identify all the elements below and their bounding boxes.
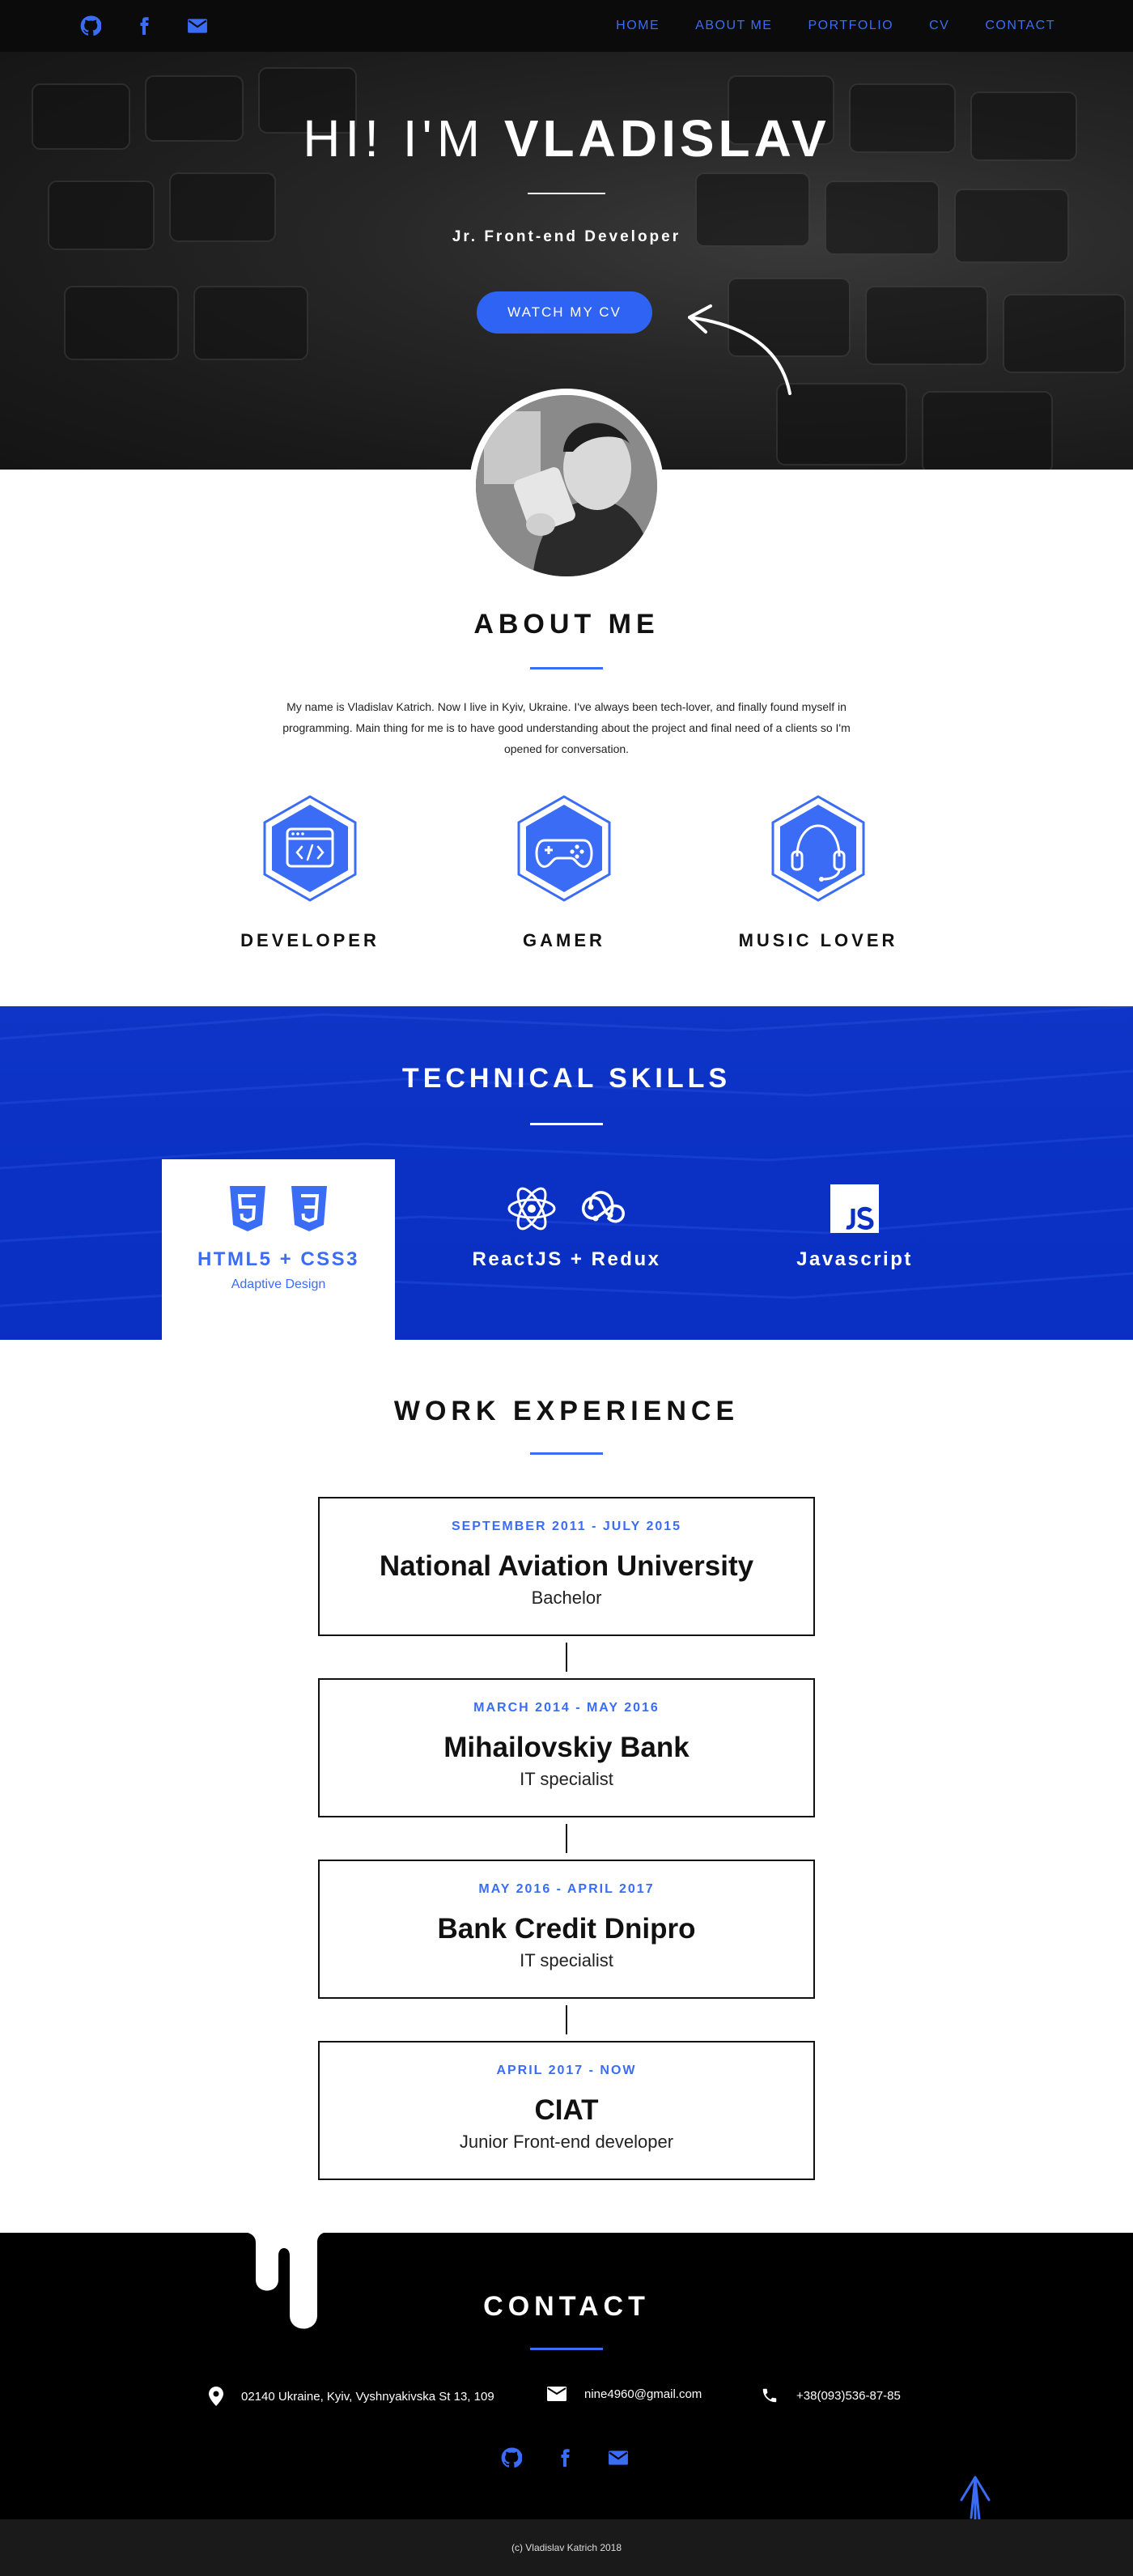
- contact-section: CONTACT 02140 Ukraine, Kyiv, Vyshnyakivs…: [0, 2231, 1133, 2542]
- about-title: ABOUT ME: [473, 609, 660, 640]
- nav-social-links: [78, 13, 210, 39]
- job-organization: Bank Credit Dnipro: [437, 1913, 696, 1945]
- phone-icon: [762, 2388, 777, 2403]
- contact-social-links: [499, 2445, 631, 2471]
- facebook-icon[interactable]: [131, 13, 157, 39]
- address-text: 02140 Ukraine, Kyiv, Vyshnyakivska St 13…: [241, 2389, 494, 2404]
- mail-icon[interactable]: [185, 13, 210, 39]
- hero-divider: [528, 193, 605, 194]
- hero-heading: HI! I'M VLADISLAV: [0, 108, 1133, 168]
- top-navbar: HOME ABOUT ME PORTFOLIO CV CONTACT: [0, 0, 1133, 52]
- headset-icon: [771, 795, 865, 902]
- html5-icon: [230, 1186, 265, 1231]
- skill-card-html-css[interactable]: HTML5 + CSS3 Adaptive Design: [162, 1159, 395, 1340]
- mail-icon[interactable]: [605, 2445, 631, 2471]
- skill-card-react-redux[interactable]: ReactJS + Redux: [450, 1159, 683, 1340]
- trait-label: GAMER: [523, 930, 605, 950]
- skills-title: TECHNICAL SKILLS: [401, 1063, 732, 1094]
- nav-link-home[interactable]: HOME: [616, 19, 660, 33]
- css3-icon: [291, 1186, 327, 1231]
- skill-subtitle: Adaptive Design: [231, 1277, 326, 1291]
- job-organization: CIAT: [534, 2094, 599, 2126]
- contact-title: CONTACT: [483, 2291, 650, 2322]
- hand-drawn-arrow-icon: [688, 304, 791, 395]
- nav-link-portfolio[interactable]: PORTFOLIO: [808, 19, 893, 33]
- job-role: Junior Front-end developer: [459, 2132, 674, 2152]
- facebook-icon[interactable]: [552, 2445, 578, 2471]
- job-organization: Mihailovskiy Bank: [443, 1732, 690, 1763]
- job-role: IT specialist: [520, 1950, 613, 1970]
- contact-email[interactable]: nine4960@gmail.com: [547, 2387, 702, 2401]
- javascript-icon: [830, 1184, 879, 1233]
- nav-link-contact[interactable]: CONTACT: [985, 19, 1055, 33]
- watch-cv-button[interactable]: WATCH MY CV: [477, 291, 652, 334]
- skill-name: Javascript: [796, 1248, 913, 1270]
- skills-divider: [530, 1123, 603, 1125]
- trait-label: DEVELOPER: [240, 930, 380, 950]
- trait-gamer: GAMER: [459, 795, 669, 951]
- work-title: WORK EXPERIENCE: [393, 1396, 740, 1426]
- skill-card-javascript[interactable]: Javascript: [738, 1159, 971, 1340]
- contact-address: 02140 Ukraine, Kyiv, Vyshnyakivska St 13…: [209, 2387, 494, 2406]
- skill-name: ReactJS + Redux: [472, 1248, 661, 1270]
- job-role: Bachelor: [531, 1588, 602, 1608]
- work-divider: [530, 1452, 603, 1455]
- skill-logos: [738, 1182, 971, 1235]
- job-card: APRIL 2017 - NOW CIAT Junior Front-end d…: [318, 2041, 815, 2180]
- redux-icon: [582, 1191, 625, 1223]
- github-icon[interactable]: [78, 13, 104, 39]
- footer: (c) Vladislav Katrich 2018: [0, 2519, 1133, 2576]
- skills-section: TECHNICAL SKILLS HTML5 + CSS3 Adaptive D…: [0, 1006, 1133, 1340]
- location-pin-icon: [209, 2387, 223, 2406]
- copyright-text: (c) Vladislav Katrich 2018: [511, 2542, 622, 2553]
- timeline-connector: [566, 2005, 567, 2034]
- email-text[interactable]: nine4960@gmail.com: [584, 2387, 702, 2401]
- trait-music-lover: MUSIC LOVER: [713, 795, 923, 951]
- code-window-icon: [263, 795, 357, 902]
- nav-link-about[interactable]: ABOUT ME: [695, 19, 772, 33]
- github-icon[interactable]: [499, 2445, 524, 2471]
- phone-text[interactable]: +38(093)536-87-85: [796, 2389, 901, 2403]
- skill-name: HTML5 + CSS3: [197, 1248, 360, 1270]
- hero-greeting: HI! I'M: [303, 109, 486, 168]
- nav-link-cv[interactable]: CV: [929, 19, 949, 33]
- contact-divider: [530, 2348, 603, 2350]
- envelope-icon: [547, 2387, 566, 2401]
- trait-developer: DEVELOPER: [205, 795, 415, 951]
- job-period: MAY 2016 - APRIL 2017: [478, 1882, 655, 1896]
- job-period: SEPTEMBER 2011 - JULY 2015: [451, 1520, 682, 1533]
- job-period: APRIL 2017 - NOW: [496, 2064, 637, 2077]
- job-card: SEPTEMBER 2011 - JULY 2015 National Avia…: [318, 1497, 815, 1636]
- job-period: MARCH 2014 - MAY 2016: [473, 1701, 660, 1715]
- job-organization: National Aviation University: [379, 1550, 754, 1582]
- about-description: My name is Vladislav Katrich. Now I live…: [282, 700, 851, 755]
- nav-menu: HOME ABOUT ME PORTFOLIO CV CONTACT: [616, 0, 1055, 52]
- contact-phone[interactable]: +38(093)536-87-85: [761, 2387, 901, 2404]
- hero-name: VLADISLAV: [503, 109, 830, 168]
- job-card: MAY 2016 - APRIL 2017 Bank Credit Dnipro…: [318, 1860, 815, 1999]
- profile-photo: [476, 395, 657, 576]
- skill-logos: [450, 1182, 683, 1235]
- job-role: IT specialist: [520, 1769, 613, 1789]
- job-card: MARCH 2014 - MAY 2016 Mihailovskiy Bank …: [318, 1678, 815, 1817]
- timeline-connector: [566, 1824, 567, 1853]
- react-icon: [507, 1187, 556, 1231]
- skill-logos: [162, 1182, 395, 1235]
- timeline-connector: [566, 1643, 567, 1672]
- gamepad-icon: [517, 795, 611, 902]
- trait-label: MUSIC LOVER: [738, 930, 898, 950]
- profile-avatar: [469, 389, 664, 583]
- about-divider: [530, 667, 603, 670]
- hero-subtitle: Jr. Front-end Developer: [452, 228, 681, 245]
